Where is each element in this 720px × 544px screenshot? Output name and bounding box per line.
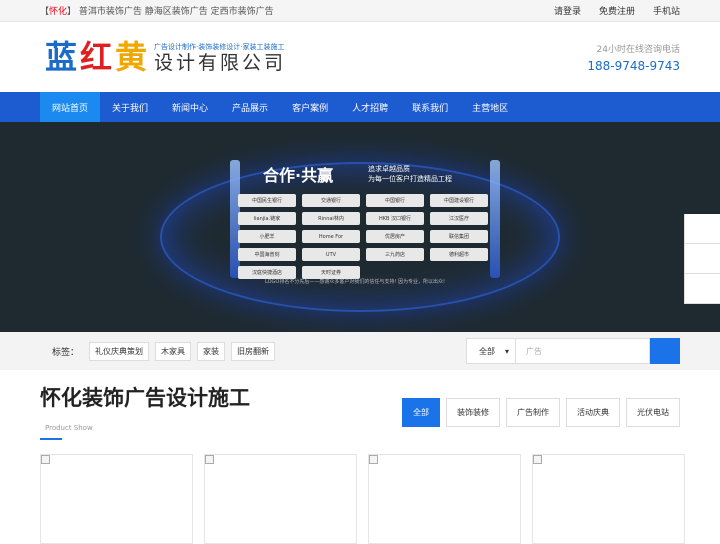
product-section: 怀化装饰广告设计施工 Product Show 全部 装饰装修 广告制作 活动庆… <box>0 370 720 440</box>
search-button[interactable] <box>650 338 680 364</box>
partner-logo: Home For <box>302 230 360 243</box>
product-card[interactable] <box>204 454 357 544</box>
tag-item[interactable]: 木家具 <box>155 341 192 361</box>
banner-slogan: 追求卓越品质 为每一位客户打造精品工程 <box>368 165 452 183</box>
site-header: 蓝红黄 广告设计制作·装饰装修设计·家装工装施工 设计有限公司 24小时在线咨询… <box>0 22 720 92</box>
category-events[interactable]: 活动庆典 <box>566 398 620 427</box>
nav-about[interactable]: 关于我们 <box>100 92 160 122</box>
hotline-number: 188-9748-9743 <box>587 58 680 73</box>
banner-pillar-right <box>490 160 500 278</box>
broken-image-icon <box>41 455 50 464</box>
nav-home[interactable]: 网站首页 <box>40 92 101 122</box>
tag-item[interactable]: 家装 <box>197 341 226 361</box>
product-card[interactable] <box>40 454 193 544</box>
mobile-site-link[interactable]: 手机站 <box>653 4 680 17</box>
partner-logo: 江汉医疗 <box>430 212 488 225</box>
category-solar[interactable]: 光伏电站 <box>626 398 680 427</box>
partner-logo: 德利超市 <box>430 248 488 261</box>
main-nav: 网站首页 关于我们 新闻中心 产品展示 客户案例 人才招聘 联系我们 主营地区 <box>0 92 720 122</box>
login-link[interactable]: 请登录 <box>554 4 581 17</box>
broken-image-icon <box>369 455 378 464</box>
partner-logo: 中国海普刻 <box>238 248 296 261</box>
search-category-select[interactable]: 全部 <box>466 338 516 364</box>
side-button-1[interactable] <box>684 214 720 244</box>
product-card[interactable] <box>368 454 521 544</box>
banner-note: LOGO排名不分先后——感谢众多客户对我们的信任与支持! 因为专业，所以出众! <box>265 279 445 285</box>
partner-logo: Rinnai林内 <box>302 212 360 225</box>
side-button-2[interactable] <box>684 244 720 274</box>
partner-logo: 交通银行 <box>302 194 360 207</box>
tags-label: 标签： <box>52 347 80 358</box>
floating-side-buttons <box>684 214 720 304</box>
category-advertising[interactable]: 广告制作 <box>506 398 560 427</box>
search-input[interactable]: 广告 <box>516 338 650 364</box>
hotline-block: 24小时在线咨询电话 188-9748-9743 <box>587 42 680 73</box>
partner-logo: 中国建设银行 <box>430 194 488 207</box>
partner-logo: 中国银行 <box>366 194 424 207</box>
search-form: 全部 广告 <box>466 338 680 364</box>
site-logo[interactable]: 蓝红黄 广告设计制作·装饰装修设计·家装工装施工 设计有限公司 <box>45 40 286 74</box>
partner-logo: 优居房产 <box>366 230 424 243</box>
top-bar: 【怀化】 普洱市装饰广告 静海区装饰广告 定西市装饰广告 请登录 免费注册 手机… <box>0 0 720 22</box>
nav-cases[interactable]: 客户案例 <box>280 92 340 122</box>
section-underline <box>40 438 62 440</box>
nav-contact[interactable]: 联系我们 <box>400 92 460 122</box>
nav-news[interactable]: 新闻中心 <box>160 92 220 122</box>
tag-item[interactable]: 礼仪庆典策划 <box>89 341 150 361</box>
partner-logo: 小肥羊 <box>238 230 296 243</box>
logo-company: 设计有限公司 <box>154 52 287 74</box>
product-cards <box>40 454 685 544</box>
logo-tagline: 广告设计制作·装饰装修设计·家装工装施工 <box>154 43 285 51</box>
product-card[interactable] <box>532 454 685 544</box>
broken-image-icon <box>533 455 542 464</box>
partner-logo: 三九药店 <box>366 248 424 261</box>
top-bar-left: 【怀化】 普洱市装饰广告 静海区装饰广告 定西市装饰广告 <box>40 7 274 17</box>
broken-image-icon <box>205 455 214 464</box>
nav-products[interactable]: 产品展示 <box>220 92 280 122</box>
hero-banner[interactable]: 合作·共赢 追求卓越品质 为每一位客户打造精品工程 中国民生银行 交通银行 中国… <box>0 122 720 332</box>
nav-jobs[interactable]: 人才招聘 <box>340 92 400 122</box>
category-filter: 全部 装饰装修 广告制作 活动庆典 光伏电站 <box>402 398 680 427</box>
partner-logo: lianjia.链家 <box>238 212 296 225</box>
nearby-city-links[interactable]: 普洱市装饰广告 静海区装饰广告 定西市装饰广告 <box>79 7 274 17</box>
partner-logos: 中国民生银行 交通银行 中国银行 中国建设银行 lianjia.链家 Rinna… <box>238 194 488 279</box>
side-button-3[interactable] <box>684 274 720 304</box>
tag-item[interactable]: 旧房翻新 <box>231 341 276 361</box>
city-switch[interactable]: 怀化 <box>49 7 67 17</box>
partner-logo: 中国民生银行 <box>238 194 296 207</box>
category-all[interactable]: 全部 <box>402 398 440 427</box>
nav-regions[interactable]: 主营地区 <box>460 92 520 122</box>
register-link[interactable]: 免费注册 <box>599 4 635 17</box>
banner-title: 合作·共赢 <box>263 166 334 185</box>
category-decoration[interactable]: 装饰装修 <box>446 398 500 427</box>
hotline-label: 24小时在线咨询电话 <box>596 44 680 55</box>
partner-logo: UTV <box>302 248 360 261</box>
tag-bar: 标签： 礼仪庆典策划 木家具 家装 旧房翻新 全部 广告 <box>0 332 720 370</box>
partner-logo: 联信集团 <box>430 230 488 243</box>
partner-logo: HKB 汉口银行 <box>366 212 424 225</box>
